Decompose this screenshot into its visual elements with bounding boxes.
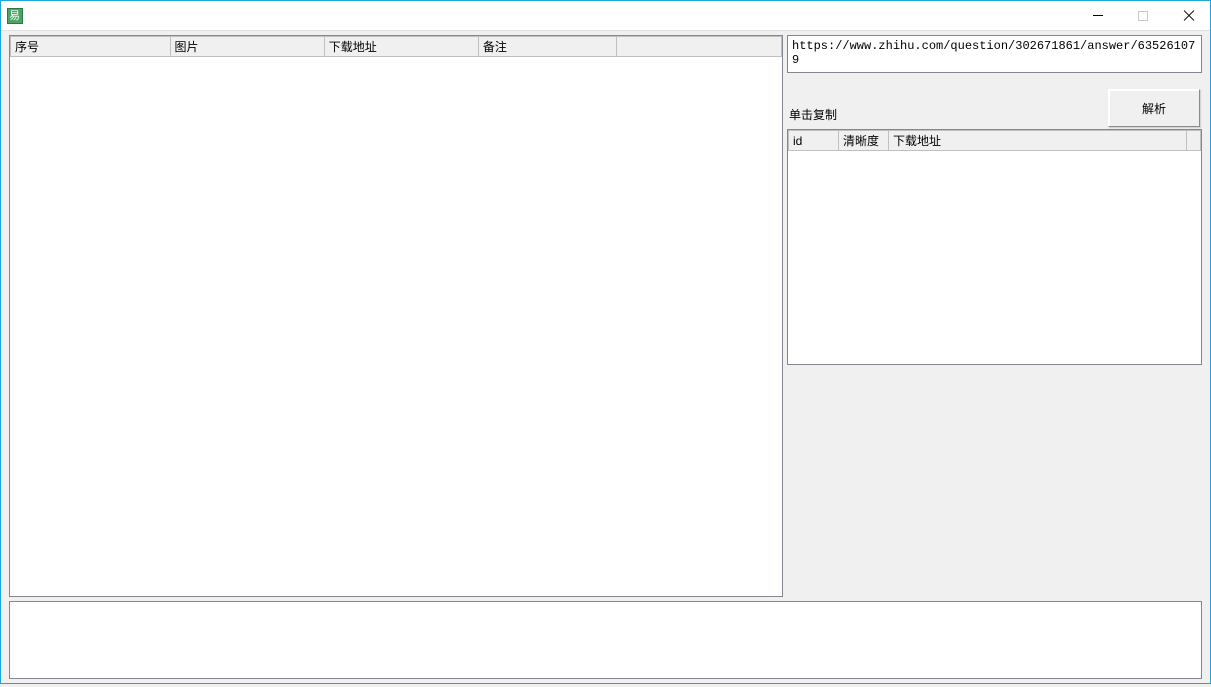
- column-header-image[interactable]: 图片: [170, 37, 324, 57]
- table-header-row: 序号 图片 下载地址 备注: [11, 37, 782, 57]
- close-button[interactable]: [1165, 1, 1210, 30]
- window-controls: [1075, 1, 1210, 30]
- app-window: 序号 图片 下载地址 备注 单击复制 解析: [0, 0, 1211, 684]
- maximize-icon: [1138, 11, 1148, 21]
- column-header-remark[interactable]: 备注: [478, 37, 616, 57]
- column-header-index[interactable]: 序号: [11, 37, 171, 57]
- table-header-row: id 清晰度 下载地址: [789, 131, 1201, 151]
- left-table: 序号 图片 下载地址 备注: [10, 36, 782, 57]
- title-bar[interactable]: [1, 1, 1210, 31]
- content-area: 序号 图片 下载地址 备注 单击复制 解析: [1, 31, 1210, 687]
- column-header-download-url[interactable]: 下载地址: [889, 131, 1187, 151]
- copy-hint-label: 单击复制: [787, 106, 837, 127]
- left-table-panel[interactable]: 序号 图片 下载地址 备注: [9, 35, 783, 597]
- maximize-button[interactable]: [1120, 1, 1165, 30]
- app-icon: [7, 8, 23, 24]
- column-header-padding[interactable]: [1187, 131, 1201, 151]
- close-icon: [1182, 10, 1194, 22]
- column-header-id[interactable]: id: [789, 131, 839, 151]
- column-header-quality[interactable]: 清晰度: [839, 131, 889, 151]
- url-input[interactable]: [787, 35, 1202, 73]
- result-table-panel[interactable]: id 清晰度 下载地址: [787, 129, 1202, 365]
- parse-button[interactable]: 解析: [1108, 89, 1200, 127]
- column-header-download-url[interactable]: 下载地址: [324, 37, 478, 57]
- minimize-button[interactable]: [1075, 1, 1120, 30]
- minimize-icon: [1093, 15, 1103, 16]
- bottom-panel[interactable]: [9, 601, 1202, 679]
- title-bar-left: [1, 8, 29, 24]
- column-header-padding[interactable]: [617, 37, 782, 57]
- upper-section: 序号 图片 下载地址 备注 单击复制 解析: [9, 35, 1202, 597]
- right-panel: 单击复制 解析 id 清晰度 下载地址: [787, 35, 1202, 597]
- action-row: 单击复制 解析: [787, 73, 1202, 129]
- result-table: id 清晰度 下载地址: [788, 130, 1201, 151]
